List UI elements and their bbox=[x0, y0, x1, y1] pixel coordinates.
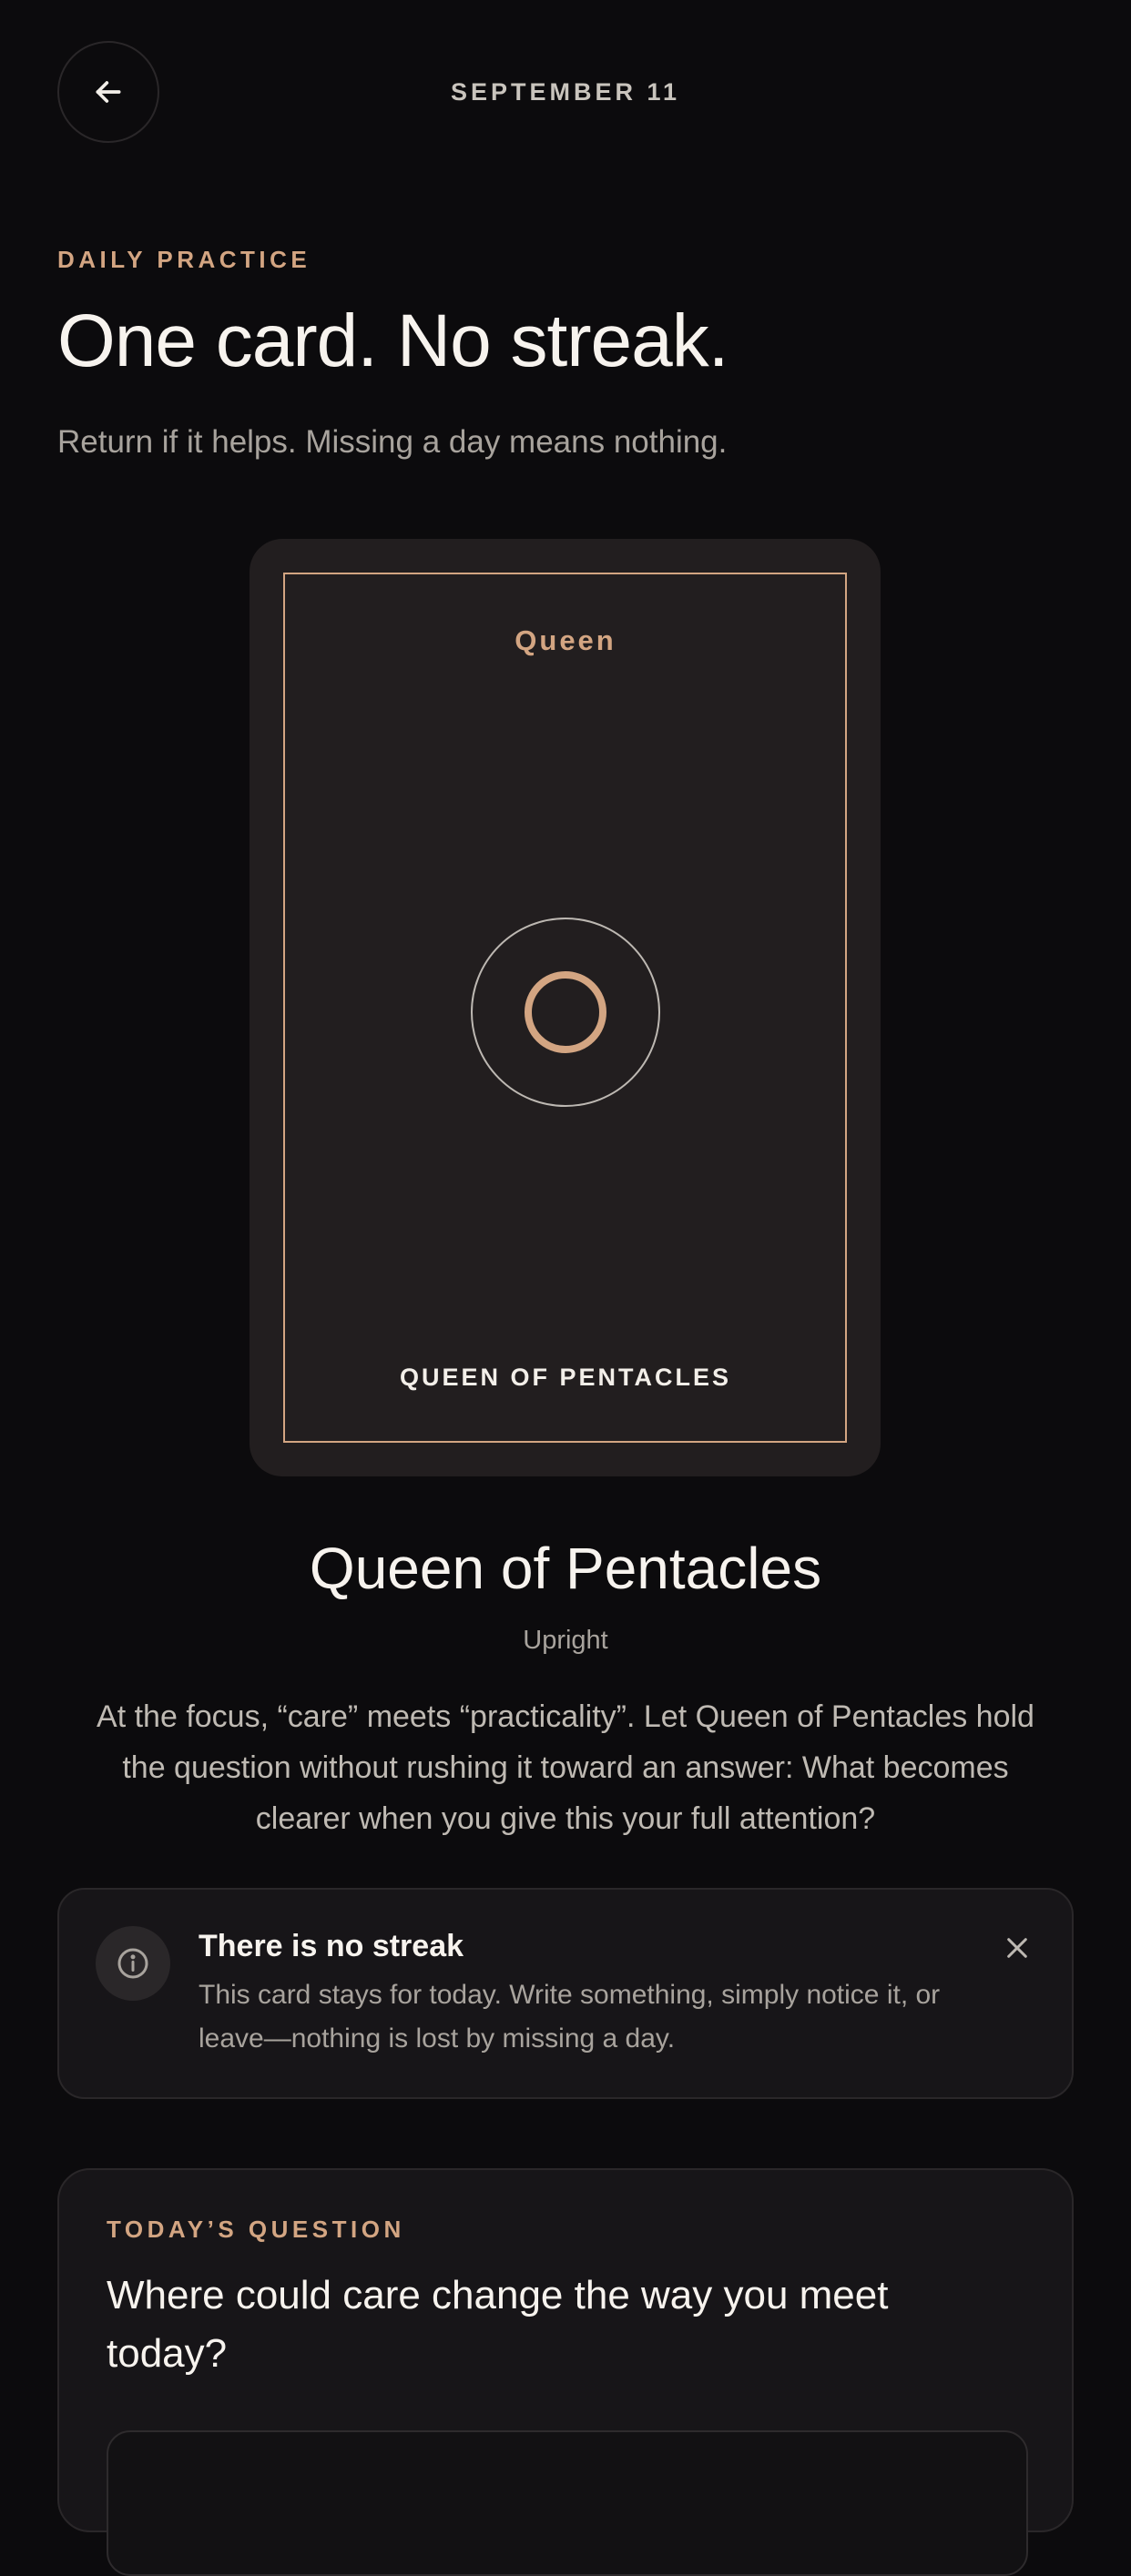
card-title: Queen of Pentacles bbox=[309, 1536, 822, 1601]
page-title: One card. No streak. bbox=[57, 299, 729, 382]
question-card: TODAY’S QUESTION Where could care change… bbox=[57, 2168, 1074, 2576]
section-eyebrow: DAILY PRACTICE bbox=[57, 246, 311, 273]
question-text: Where could care change the way you meet… bbox=[107, 2273, 889, 2376]
card-name-caption: QUEEN OF PENTACLES bbox=[399, 1364, 732, 1391]
card-orientation: Upright bbox=[523, 1626, 608, 1655]
close-icon[interactable] bbox=[999, 1930, 1035, 1966]
card-rank: Queen bbox=[515, 624, 616, 656]
page-subtitle: Return if it helps. Missing a day means … bbox=[57, 424, 728, 460]
notice-body: This card stays for today. Write somethi… bbox=[199, 1980, 941, 2054]
header-date: SEPTEMBER 11 bbox=[450, 78, 681, 106]
notice-title: There is no streak bbox=[199, 1929, 464, 1963]
no-streak-notice: There is no streak This card stays for t… bbox=[57, 1888, 1074, 2099]
question-eyebrow: TODAY’S QUESTION bbox=[107, 2216, 405, 2243]
info-icon bbox=[96, 1926, 170, 2001]
card-reading: At the focus, “care” meets “practicality… bbox=[97, 1699, 1034, 1836]
answer-field[interactable] bbox=[107, 2430, 1028, 2576]
pentacle-ring-icon bbox=[471, 918, 660, 1107]
